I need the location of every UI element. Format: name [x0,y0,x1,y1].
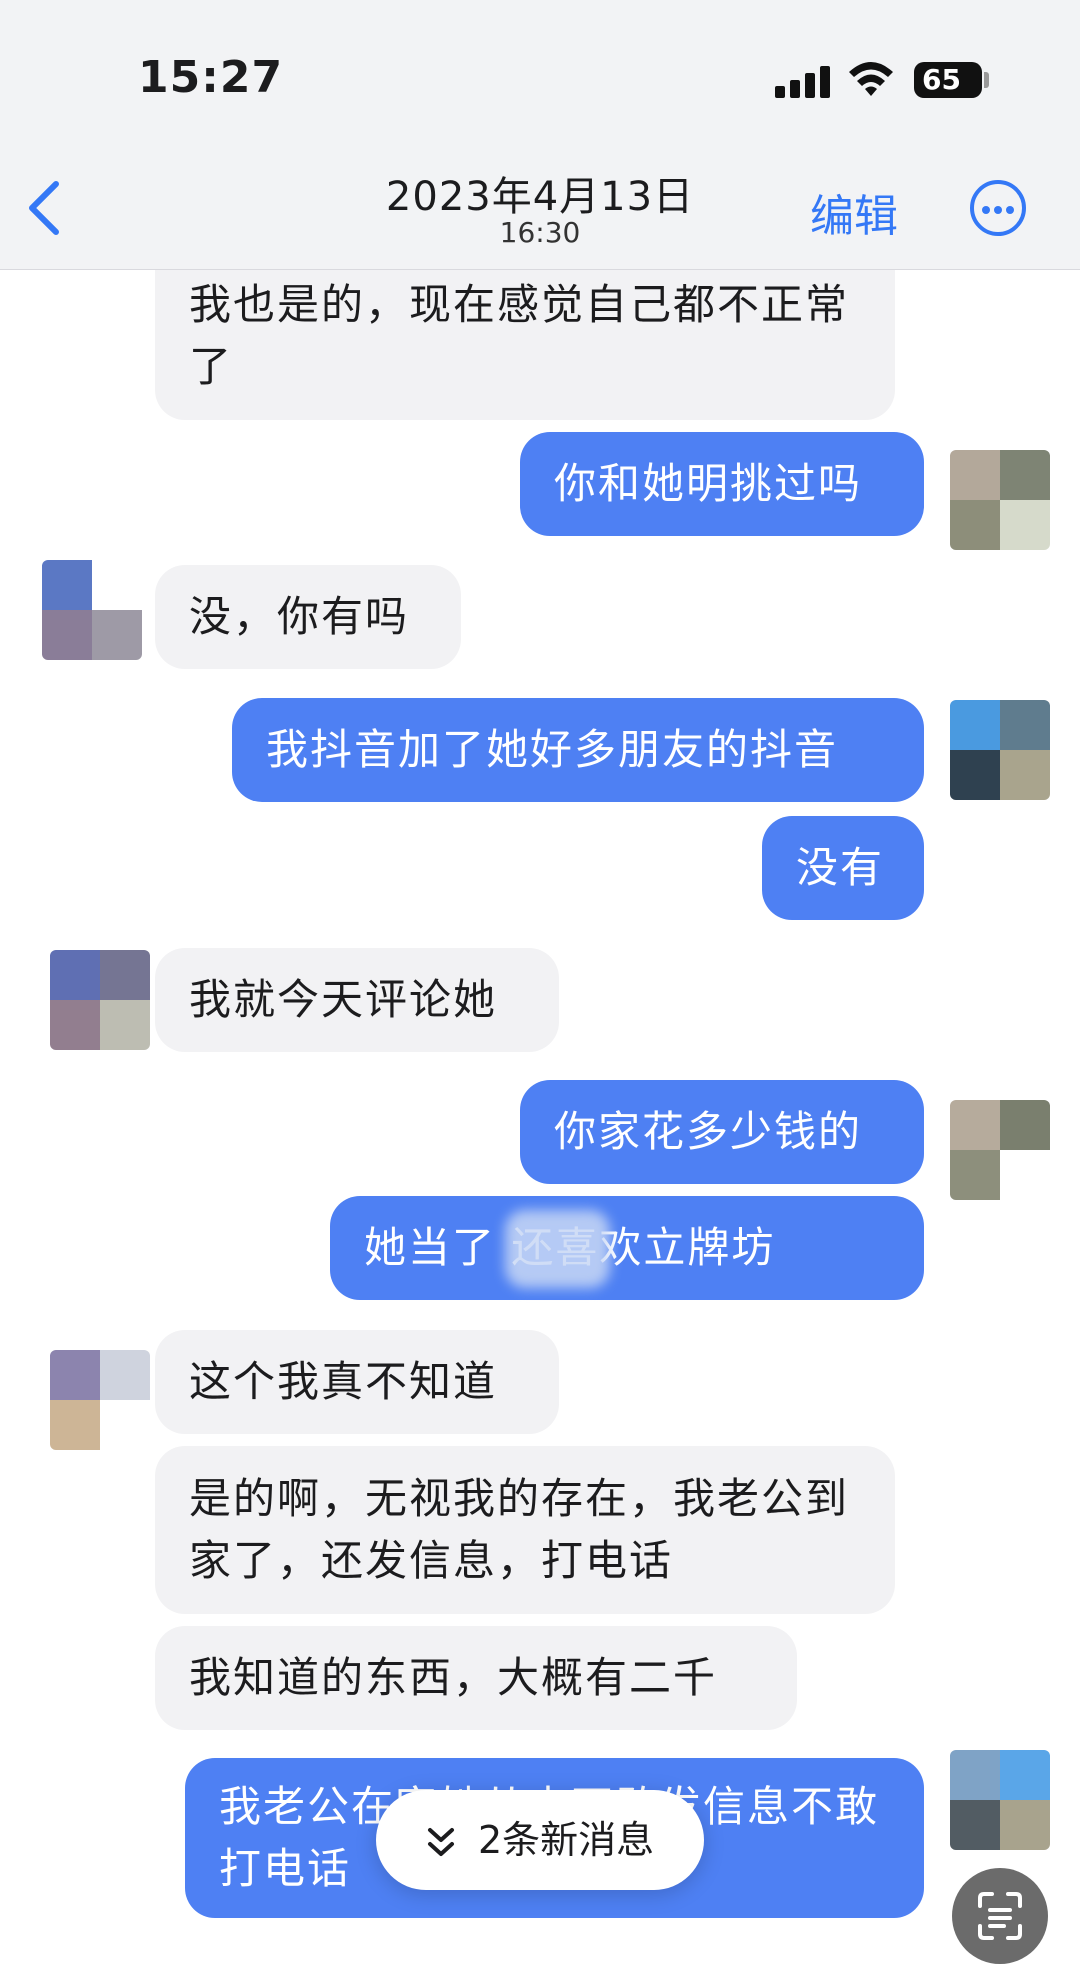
conversation-date: 2023年4月13日 [385,174,695,220]
battery-level: 65 [914,62,982,98]
message-text: 我抖音加了她好多朋友的抖音 [266,725,839,774]
message-list[interactable]: 我也是的，现在感觉自己都不正常了 你和她明挑过吗 没，你有吗 我抖音加了她好多朋… [0,270,1080,1962]
message-text: 你和她明挑过吗 [554,459,863,508]
my-avatar[interactable] [950,1100,1050,1200]
battery-cap [984,72,989,88]
conversation-time: 16:30 [499,216,581,249]
my-avatar[interactable] [950,450,1050,550]
double-chevron-down-icon [427,1827,454,1856]
text-recognition-icon [978,1892,1022,1940]
message-bubble-outgoing[interactable]: 你和她明挑过吗 [520,432,924,536]
new-messages-button[interactable]: 2条新消息 [376,1790,704,1890]
message-text: 我也是的，现在感觉自己都不正常了 [189,280,850,391]
cellular-signal-icon [775,66,831,98]
message-bubble-incoming[interactable]: 我就今天评论她 [155,948,559,1052]
my-avatar[interactable] [950,700,1050,800]
message-bubble-outgoing[interactable]: 你家花多少钱的 [520,1080,924,1184]
message-bubble-outgoing[interactable]: 没有 [762,816,924,920]
more-options-icon[interactable] [970,180,1026,236]
top-bar: 15:27 65 2023年4月13日 16:30 编辑 [0,0,1080,270]
message-text: 没有 [796,843,885,892]
edit-button[interactable]: 编辑 [810,180,898,244]
status-time: 15:27 [138,52,284,103]
new-messages-label: 2条新消息 [477,1818,655,1862]
contact-avatar[interactable] [50,1350,150,1450]
message-text: 我就今天评论她 [189,975,498,1024]
message-text: 你家花多少钱的 [554,1107,863,1156]
message-bubble-incoming[interactable]: 我也是的，现在感觉自己都不正常了 [155,270,895,420]
message-bubble-incoming[interactable]: 是的啊，无视我的存在，我老公到家了，还发信息，打电话 [155,1446,895,1614]
message-text: 是的啊，无视我的存在，我老公到家了，还发信息，打电话 [189,1474,850,1585]
contact-avatar[interactable] [50,950,150,1050]
message-text: 这个我真不知道 [189,1357,498,1406]
text-scan-button[interactable] [952,1868,1048,1964]
message-text: 没，你有吗 [189,592,410,641]
message-bubble-outgoing[interactable]: 我抖音加了她好多朋友的抖音 [232,698,924,802]
my-avatar[interactable] [950,1750,1050,1850]
message-text: 我知道的东西，大概有二千 [189,1653,718,1702]
wifi-icon [849,62,893,96]
message-bubble-incoming[interactable]: 这个我真不知道 [155,1330,559,1434]
redacted-region [505,1210,610,1288]
contact-avatar[interactable] [42,560,142,660]
message-bubble-outgoing[interactable]: 她当了 还喜欢立牌坊 [330,1196,924,1300]
message-bubble-incoming[interactable]: 我知道的东西，大概有二千 [155,1626,797,1730]
message-bubble-incoming[interactable]: 没，你有吗 [155,565,461,669]
